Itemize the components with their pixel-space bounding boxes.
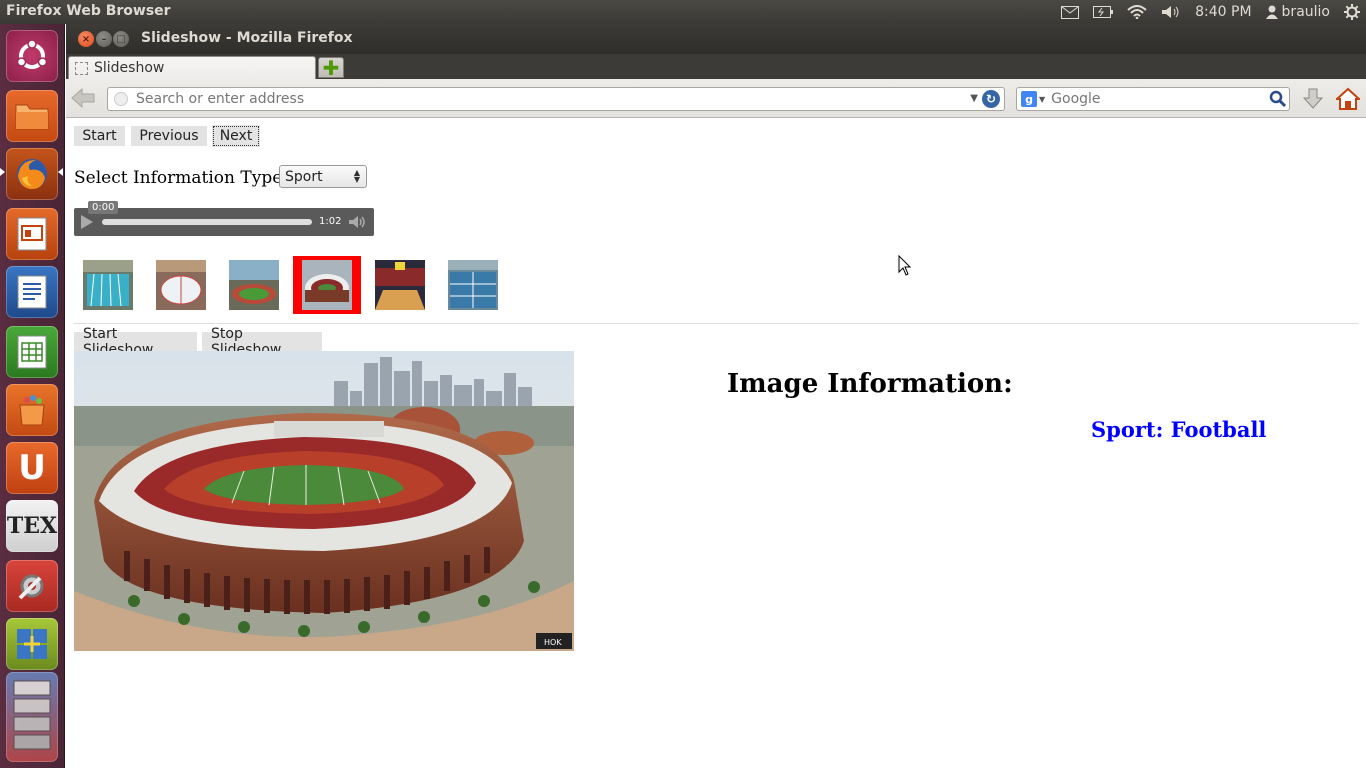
audio-duration: 1:02: [319, 216, 342, 227]
image-info-value: Sport: Football: [1091, 417, 1267, 442]
writer-icon[interactable]: [6, 266, 58, 318]
mail-icon[interactable]: [1061, 5, 1080, 19]
home-icon[interactable]: [1334, 87, 1362, 111]
image-info-heading: Image Information:: [727, 369, 1013, 399]
wifi-icon[interactable]: [1127, 5, 1147, 19]
tab-bar: Slideshow ✚: [66, 54, 1366, 80]
identity-icon[interactable]: [114, 92, 128, 106]
select-arrows-icon: ▲ ▼: [353, 168, 360, 184]
thumbnail-football-stadium[interactable]: [293, 256, 361, 314]
texmaker-icon[interactable]: TEX: [6, 500, 58, 552]
search-placeholder: Google: [1051, 91, 1101, 107]
start-slideshow-button[interactable]: Start Slideshow: [74, 326, 197, 358]
files-icon[interactable]: [6, 90, 58, 142]
impress-icon[interactable]: [6, 208, 58, 260]
previous-button[interactable]: Previous: [131, 126, 207, 146]
download-icon[interactable]: [1302, 87, 1324, 111]
next-button[interactable]: Next: [212, 125, 260, 147]
thumbnail-pool[interactable]: [83, 260, 133, 310]
google-engine-icon[interactable]: g: [1021, 91, 1037, 107]
tab-label: Slideshow: [94, 60, 165, 76]
engine-dropdown-icon[interactable]: ▼: [1039, 95, 1045, 104]
info-type-select[interactable]: Sport ▲ ▼: [279, 165, 367, 188]
volume-icon[interactable]: [1161, 5, 1181, 19]
window-minimize-button[interactable]: –: [96, 31, 112, 47]
battery-icon[interactable]: [1093, 6, 1114, 18]
workspace-switcher-icon[interactable]: [6, 618, 58, 670]
reload-icon[interactable]: ↻: [982, 90, 1000, 108]
mouse-pointer-icon: [898, 254, 912, 281]
top-panel: Firefox Web Browser 8:40 PM braulio: [0, 0, 1366, 24]
audio-current-time: 0:00: [88, 201, 119, 214]
gear-icon[interactable]: [1344, 4, 1360, 20]
user-menu[interactable]: braulio: [1265, 4, 1330, 20]
active-app-title: Firefox Web Browser: [6, 3, 171, 19]
window-titlebar[interactable]: × – □ Slideshow - Mozilla Firefox: [66, 24, 1366, 54]
stacked-apps-icon[interactable]: [6, 672, 58, 762]
running-indicator: [0, 168, 5, 176]
indicator-area: 8:40 PM braulio: [1061, 0, 1360, 24]
search-icon[interactable]: [1269, 90, 1287, 112]
image-watermark: HOK: [544, 638, 562, 647]
thumbnail-track[interactable]: [229, 260, 279, 310]
info-type-label: Select Information Type:: [74, 168, 289, 188]
thumbnail-basketball-arena[interactable]: [375, 260, 425, 310]
volume-icon[interactable]: [348, 214, 366, 234]
ubuntu-dash-icon[interactable]: [6, 30, 58, 82]
info-type-selected-value: Sport: [285, 168, 323, 185]
tab-slideshow[interactable]: Slideshow: [68, 56, 316, 79]
window-maximize-button[interactable]: □: [113, 31, 129, 47]
stop-slideshow-button[interactable]: Stop Slideshow: [202, 326, 322, 358]
calc-icon[interactable]: [6, 326, 58, 378]
audio-player: 0:00 1:02: [74, 201, 374, 236]
firefox-window: × – □ Slideshow - Mozilla Firefox Slides…: [66, 24, 1366, 768]
audio-seek-bar[interactable]: [102, 219, 312, 225]
search-bar[interactable]: g ▼ Google: [1016, 87, 1290, 111]
firefox-icon[interactable]: [6, 148, 58, 200]
system-settings-icon[interactable]: [6, 560, 58, 612]
history-dropdown-icon[interactable]: ▼: [970, 93, 978, 104]
software-center-icon[interactable]: [6, 384, 58, 436]
navigation-toolbar: Search or enter address ▼ ↻ g ▼ Google: [66, 79, 1366, 118]
user-name: braulio: [1281, 4, 1330, 20]
play-icon[interactable]: [81, 215, 93, 229]
user-icon: [1265, 5, 1278, 19]
new-tab-button[interactable]: ✚: [318, 56, 344, 80]
focused-indicator: [58, 168, 63, 176]
page-icon: [75, 61, 88, 75]
window-title: Slideshow - Mozilla Firefox: [141, 30, 353, 46]
clock[interactable]: 8:40 PM: [1195, 4, 1251, 20]
address-placeholder: Search or enter address: [136, 91, 305, 107]
thumbnail-ice-rink[interactable]: [156, 260, 206, 310]
start-button[interactable]: Start: [74, 126, 125, 146]
ubuntu-one-icon[interactable]: U: [6, 442, 58, 494]
page-content: Start Previous Next Select Information T…: [66, 118, 1366, 768]
unity-launcher: U TEX: [0, 24, 65, 768]
window-close-button[interactable]: ×: [78, 31, 94, 47]
divider: [74, 323, 1358, 324]
address-bar[interactable]: Search or enter address ▼ ↻: [107, 87, 1005, 111]
slideshow-image: HOK: [74, 351, 574, 651]
back-arrow-icon[interactable]: [70, 87, 100, 109]
thumbnail-tennis-courts[interactable]: [448, 260, 498, 310]
